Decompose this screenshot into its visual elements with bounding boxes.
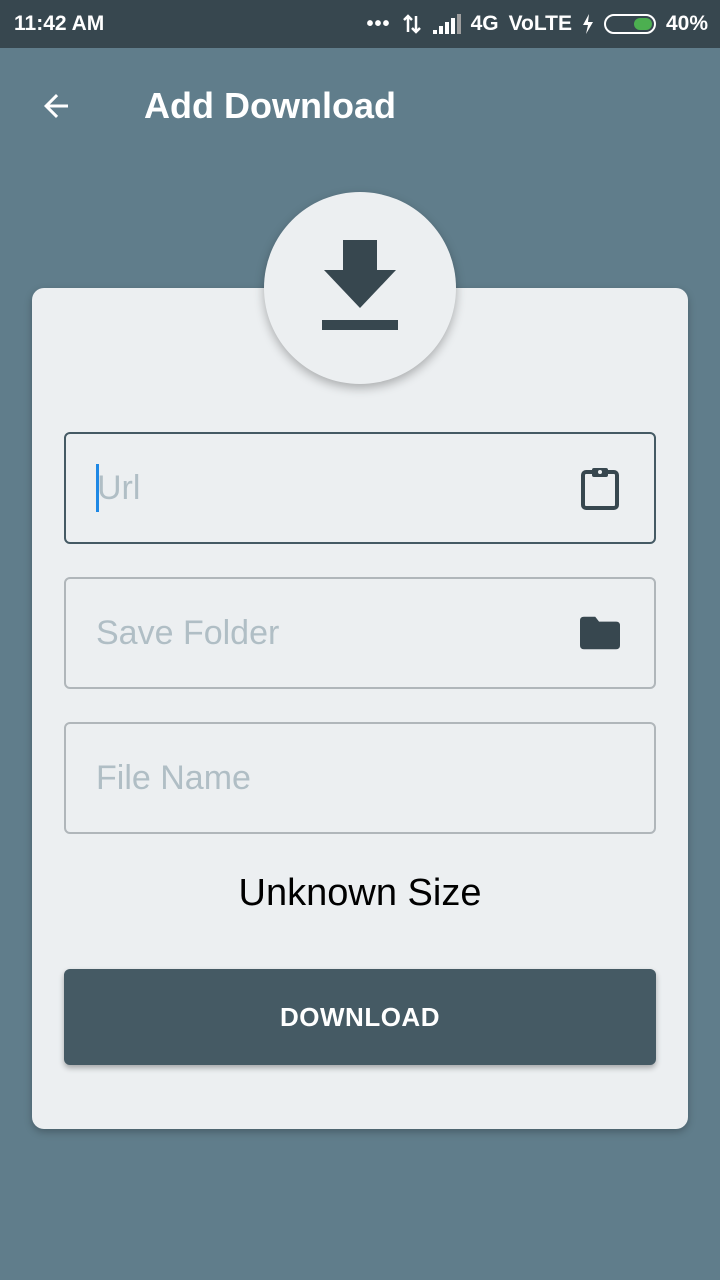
url-field[interactable] [64, 432, 656, 544]
back-button[interactable] [28, 78, 84, 134]
choose-folder-button[interactable] [580, 613, 620, 653]
clipboard-icon [581, 468, 619, 510]
file-size-label: Unknown Size [238, 872, 482, 914]
network-type: 4G [470, 12, 499, 35]
volte-label: VoLTE [508, 12, 572, 35]
status-time: 11:42 AM [14, 12, 105, 35]
charging-icon [582, 14, 594, 34]
paste-button[interactable] [580, 468, 620, 510]
folder-icon [580, 616, 620, 650]
battery-level-fill [634, 18, 652, 30]
battery-icon [603, 14, 656, 34]
status-bar: 11:42 AM ••• 4G VoLTE 40% [0, 0, 720, 48]
signal-icon [432, 14, 461, 34]
save-folder-input[interactable] [96, 613, 580, 653]
download-icon [322, 240, 398, 330]
page-title: Add Download [144, 85, 396, 126]
save-folder-field[interactable] [64, 577, 656, 689]
battery-percent: 40% [665, 12, 708, 35]
download-button[interactable]: DOWNLOAD [64, 969, 656, 1065]
file-name-field[interactable] [64, 722, 656, 834]
notification-dots: ••• [366, 12, 391, 35]
download-header-badge [264, 192, 456, 384]
status-icons: ••• 4G VoLTE 40% [367, 12, 708, 36]
data-transfer-icon [401, 13, 423, 35]
arrow-back-icon [44, 94, 68, 118]
app-bar: Add Download [0, 48, 720, 164]
url-input[interactable] [97, 468, 580, 508]
file-name-input[interactable] [96, 758, 620, 798]
